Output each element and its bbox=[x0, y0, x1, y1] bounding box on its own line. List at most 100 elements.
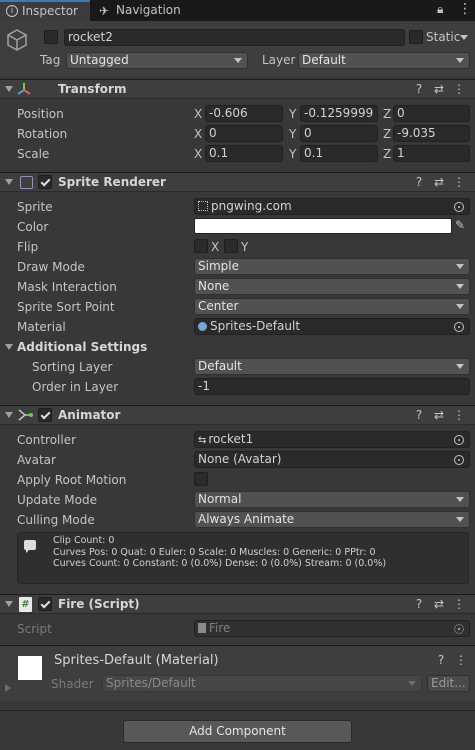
preset-icon[interactable]: ⇄ bbox=[429, 175, 449, 189]
sprite-renderer-enabled-checkbox[interactable] bbox=[38, 175, 52, 189]
sprite-renderer-icon bbox=[20, 176, 33, 189]
animator-header[interactable]: Animator ? ⇄ ⋮ bbox=[0, 405, 475, 425]
help-icon[interactable]: ? bbox=[409, 597, 429, 611]
flip-x-checkbox[interactable] bbox=[194, 239, 208, 253]
sprite-object-field[interactable]: pngwing.com bbox=[194, 198, 470, 215]
rotation-x-input[interactable]: 0 bbox=[205, 125, 283, 142]
material-asset-icon bbox=[198, 322, 207, 331]
script-icon: # bbox=[19, 597, 32, 612]
foldout-right-icon[interactable] bbox=[5, 684, 11, 692]
chevron-down-icon bbox=[456, 517, 464, 522]
axis-y-label[interactable]: Y bbox=[289, 127, 296, 141]
fire-script-enabled-checkbox[interactable] bbox=[38, 597, 52, 611]
help-icon[interactable]: ? bbox=[409, 175, 429, 189]
help-icon[interactable]: ? bbox=[409, 82, 429, 96]
preset-icon[interactable]: ⇄ bbox=[429, 597, 449, 611]
foldout-icon[interactable] bbox=[5, 179, 13, 185]
tab-navigation[interactable]: ✈ Navigation bbox=[92, 0, 192, 21]
foldout-icon[interactable] bbox=[5, 601, 13, 607]
scale-label: Scale bbox=[17, 147, 50, 161]
more-menu-icon[interactable]: ⋮ bbox=[458, 1, 472, 17]
layer-dropdown[interactable]: Default bbox=[298, 52, 470, 69]
sorting-layer-dropdown[interactable]: Default bbox=[194, 358, 470, 375]
shader-value: Sprites/Default bbox=[106, 676, 196, 690]
rotation-z-input[interactable]: -9.035 bbox=[393, 125, 470, 142]
lock-icon[interactable]: 🔒︎ bbox=[437, 2, 443, 17]
material-object-field[interactable]: Sprites-Default bbox=[194, 318, 470, 335]
scale-y-input[interactable]: 0.1 bbox=[300, 145, 378, 162]
scale-z-input[interactable]: 1 bbox=[393, 145, 470, 162]
active-checkbox[interactable] bbox=[44, 30, 58, 44]
script-value: Fire bbox=[209, 621, 231, 635]
static-checkbox[interactable] bbox=[409, 30, 423, 44]
info-text: Clip Count: 0 Curves Pos: 0 Quat: 0 Eule… bbox=[53, 535, 386, 570]
axis-x-label[interactable]: X bbox=[194, 127, 202, 141]
order-in-layer-input[interactable]: -1 bbox=[194, 378, 470, 395]
chevron-down-icon bbox=[456, 364, 464, 369]
gameobject-name-input[interactable]: rocket2 bbox=[64, 29, 405, 46]
update-mode-value: Normal bbox=[198, 492, 242, 506]
more-menu-icon[interactable]: ⋮ bbox=[449, 597, 469, 611]
object-picker-icon[interactable] bbox=[454, 435, 464, 445]
axis-y-label[interactable]: Y bbox=[289, 107, 296, 121]
sprite-sort-point-dropdown[interactable]: Center bbox=[194, 298, 470, 315]
layer-label: Layer bbox=[262, 53, 296, 67]
material-title: Sprites-Default (Material) bbox=[54, 653, 219, 668]
position-x-input[interactable]: -0.606 bbox=[205, 105, 283, 122]
color-swatch[interactable] bbox=[194, 218, 452, 234]
preset-icon[interactable]: ⇄ bbox=[429, 82, 449, 96]
transform-header[interactable]: Transform ? ⇄ ⋮ bbox=[0, 79, 475, 99]
axis-x-label[interactable]: X bbox=[194, 107, 202, 121]
help-icon[interactable]: ? bbox=[431, 653, 451, 667]
fire-script-header[interactable]: # Fire (Script) ? ⇄ ⋮ bbox=[0, 594, 475, 614]
add-component-button[interactable]: Add Component bbox=[123, 720, 352, 743]
preset-icon[interactable]: ⇄ bbox=[429, 408, 449, 422]
gameobject-cube-icon bbox=[5, 28, 29, 55]
static-label[interactable]: Static bbox=[426, 30, 460, 44]
controller-object-field[interactable]: ⇆ rocket1 bbox=[194, 431, 470, 448]
axis-y-label[interactable]: Y bbox=[289, 147, 296, 161]
info-line: Curves Count: 0 Constant: 0 (0.0%) Dense… bbox=[53, 558, 387, 569]
avatar-object-field[interactable]: None (Avatar) bbox=[194, 451, 470, 468]
scale-x-input[interactable]: 0.1 bbox=[205, 145, 283, 162]
animator-enabled-checkbox[interactable] bbox=[38, 408, 52, 422]
foldout-icon[interactable] bbox=[5, 86, 13, 92]
object-picker-icon[interactable] bbox=[454, 202, 464, 212]
static-dropdown-icon[interactable] bbox=[460, 35, 468, 40]
more-menu-icon[interactable]: ⋮ bbox=[451, 653, 471, 667]
sprite-renderer-header[interactable]: Sprite Renderer ? ⇄ ⋮ bbox=[0, 172, 475, 192]
culling-mode-dropdown[interactable]: Always Animate bbox=[194, 511, 470, 528]
update-mode-dropdown[interactable]: Normal bbox=[194, 491, 470, 508]
additional-settings-label[interactable]: Additional Settings bbox=[17, 340, 147, 354]
sorting-layer-value: Default bbox=[198, 359, 242, 373]
order-in-layer-label: Order in Layer bbox=[32, 380, 119, 394]
shader-edit-button[interactable]: Edit... bbox=[427, 675, 470, 692]
help-icon[interactable]: ? bbox=[409, 408, 429, 422]
flip-y-checkbox[interactable] bbox=[224, 239, 238, 253]
info-line: Curves Pos: 0 Quat: 0 Euler: 0 Scale: 0 … bbox=[53, 546, 376, 558]
controller-value: rocket1 bbox=[208, 432, 254, 446]
position-z-input[interactable]: 0 bbox=[393, 105, 470, 122]
draw-mode-dropdown[interactable]: Simple bbox=[194, 258, 470, 275]
object-picker-icon[interactable] bbox=[454, 455, 464, 465]
axis-z-label[interactable]: Z bbox=[383, 107, 391, 121]
rotation-y-input[interactable]: 0 bbox=[300, 125, 378, 142]
tab-inspector[interactable]: i Inspector bbox=[0, 0, 90, 21]
position-y-input[interactable]: -0.1259999 bbox=[300, 105, 378, 122]
tag-dropdown[interactable]: Untagged bbox=[66, 52, 248, 69]
eyedropper-icon[interactable]: ✎ bbox=[455, 218, 465, 232]
axis-z-label[interactable]: Z bbox=[383, 127, 391, 141]
foldout-icon[interactable] bbox=[5, 344, 13, 350]
axis-x-label[interactable]: X bbox=[194, 147, 202, 161]
apply-root-motion-checkbox[interactable] bbox=[194, 472, 208, 486]
object-picker-icon[interactable] bbox=[454, 322, 464, 332]
more-menu-icon[interactable]: ⋮ bbox=[449, 175, 469, 189]
header-icons: ? ⋮ bbox=[431, 653, 471, 667]
mask-interaction-dropdown[interactable]: None bbox=[194, 278, 470, 295]
axis-z-label[interactable]: Z bbox=[383, 147, 391, 161]
foldout-icon[interactable] bbox=[5, 412, 13, 418]
material-preview bbox=[18, 656, 42, 680]
more-menu-icon[interactable]: ⋮ bbox=[449, 82, 469, 96]
culling-mode-value: Always Animate bbox=[198, 512, 295, 526]
more-menu-icon[interactable]: ⋮ bbox=[449, 408, 469, 422]
